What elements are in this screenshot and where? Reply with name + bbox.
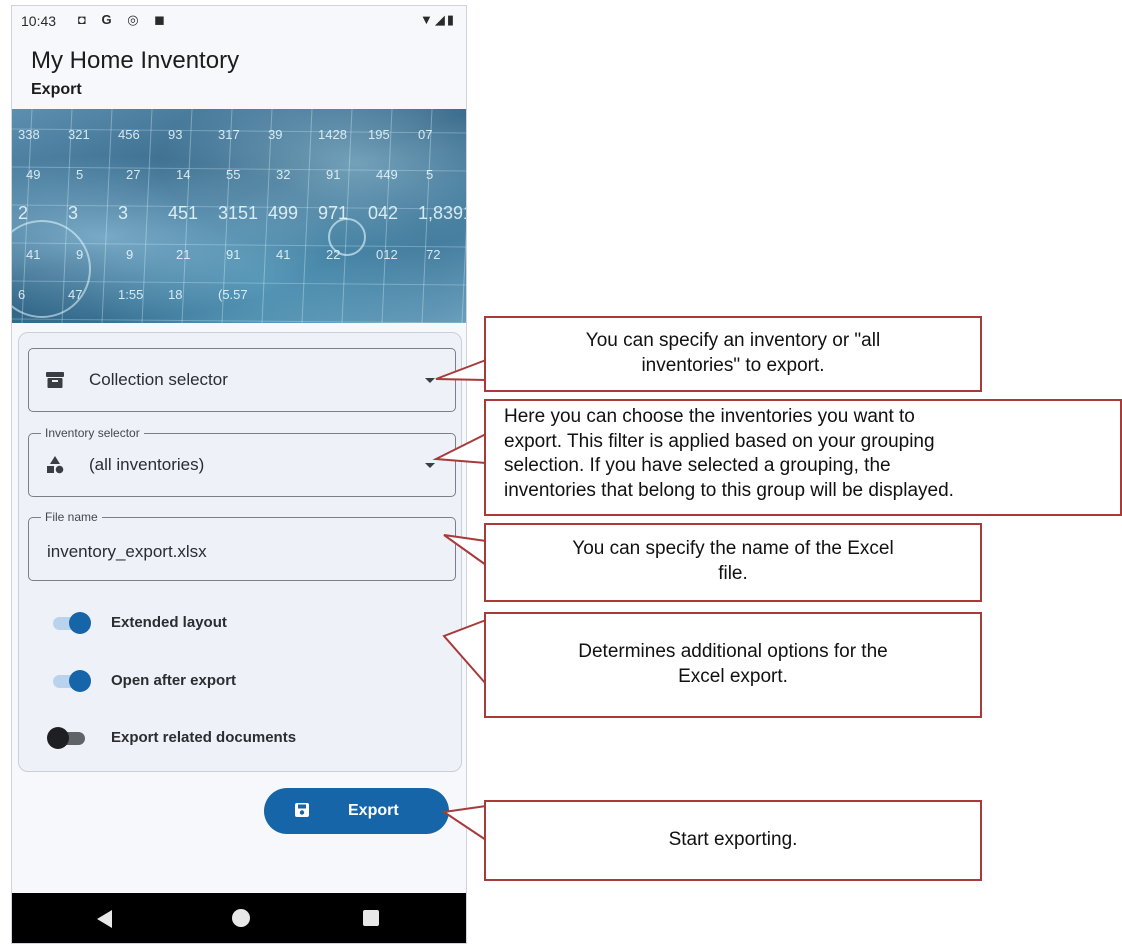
callout-line: Here you can choose the inventories you …: [504, 406, 915, 427]
callout-line: inventories" to export.: [641, 354, 825, 376]
callout-pointer-5: [441, 805, 487, 841]
callout-export-button: Start exporting.: [484, 800, 982, 881]
callout-collection-selector: You can specify an inventory or "all inv…: [484, 316, 982, 392]
callout-line: You can specify the name of the Excel: [572, 538, 894, 559]
callout-pointer-3: [443, 534, 487, 566]
callout-inventory-selector: Here you can choose the inventories you …: [484, 399, 1122, 516]
callout-pointer-2: [432, 433, 487, 464]
callout-toggles: Determines additional options for the Ex…: [484, 612, 982, 718]
callout-line: file.: [718, 562, 748, 584]
callout-line: Start exporting.: [668, 829, 798, 850]
callout-pointer-4: [442, 619, 487, 685]
callout-line: Determines additional options for the: [578, 641, 888, 662]
callout-line: inventories that belong to this group wi…: [504, 480, 954, 502]
callout-line: selection. If you have selected a groupi…: [504, 455, 891, 477]
callout-line: You can specify an inventory or "all: [585, 330, 881, 351]
callout-line: Excel export.: [678, 665, 788, 687]
callout-file-name: You can specify the name of the Excel fi…: [484, 523, 982, 602]
callout-line: export. This filter is applied based on …: [504, 430, 935, 452]
callout-pointer-1: [435, 359, 487, 381]
